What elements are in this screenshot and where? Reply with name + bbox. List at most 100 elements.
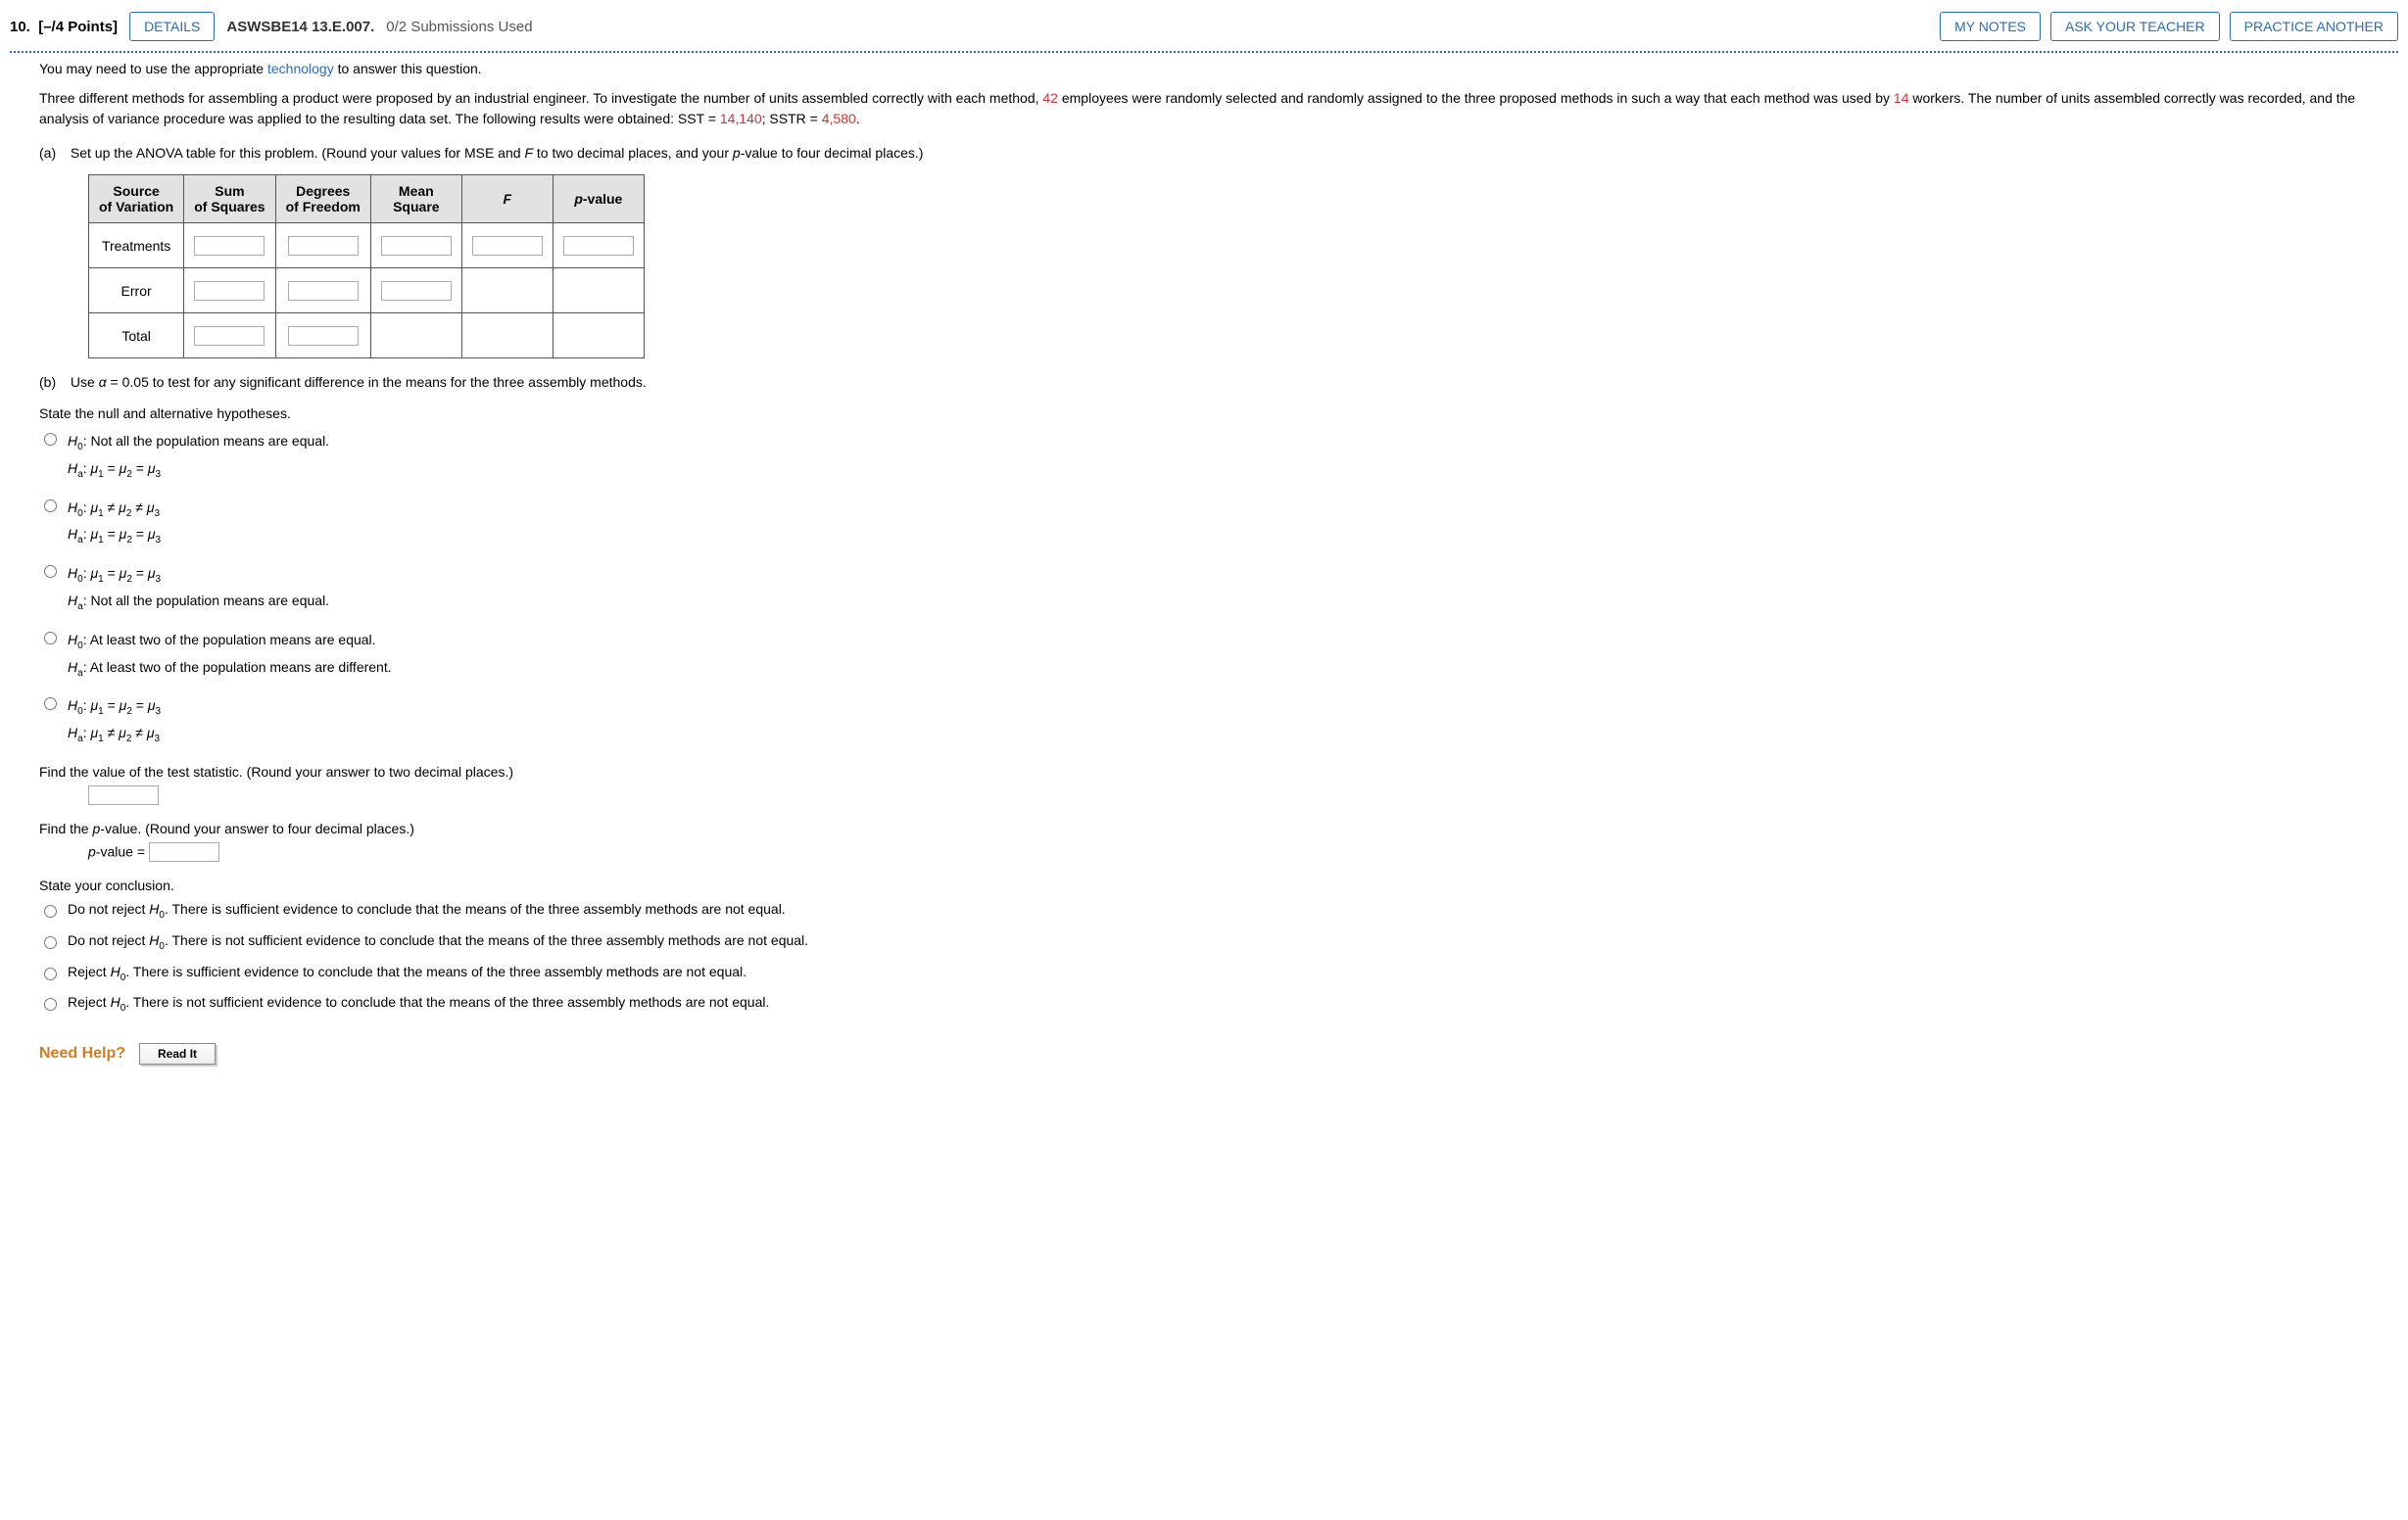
input-treat-f[interactable] [472,236,543,256]
f-symbol: F [524,145,533,161]
header-left: 10. [–/4 Points] DETAILS ASWSBE14 13.E.0… [10,12,533,41]
hyp-text: H0: Not all the population means are equ… [68,429,329,484]
pa-text: to two decimal places, and your [533,145,733,161]
need-help-section: Need Help? Read It [39,1043,2369,1065]
radio-conc-3[interactable] [44,968,57,980]
conc-option-4: Reject H0. There is not sufficient evide… [39,994,2369,1014]
p-val4: 4,580 [822,111,856,126]
pa-text: Set up the ANOVA table for this problem.… [71,145,525,161]
header-right: MY NOTES ASK YOUR TEACHER PRACTICE ANOTH… [1940,12,2398,41]
conclusion-options: Do not reject H0. There is sufficient ev… [39,901,2369,1014]
cell-label: Treatments [89,223,184,268]
pb-text: = 0.05 to test for any significant diffe… [107,374,647,390]
part-b: (b) Use α = 0.05 to test for any signifi… [39,374,2369,390]
conc-text: Reject H0. There is not sufficient evide… [68,994,769,1014]
radio-hyp-2[interactable] [44,499,57,512]
p-symbol: p [733,145,741,161]
question-content: You may need to use the appropriate tech… [10,61,2398,1084]
part-b-instruction: Use α = 0.05 to test for any significant… [71,374,647,390]
p-text: employees were randomly selected and ran… [1058,90,1894,106]
cell-label: Total [89,313,184,358]
p-text: Three different methods for assembling a… [39,90,1042,106]
input-error-ss[interactable] [194,281,265,301]
input-error-df[interactable] [288,281,359,301]
q-number-text: 10. [10,19,30,35]
test-stat-row [88,785,2369,805]
cell-blank [370,313,461,358]
conc-text: Reject H0. There is sufficient evidence … [68,964,746,983]
conc-option-3: Reject H0. There is sufficient evidence … [39,964,2369,983]
cell-blank [461,268,553,313]
technology-notice: You may need to use the appropriate tech… [39,61,2369,76]
pa-text: -value to four decimal places.) [741,145,924,161]
row-error: Error [89,268,645,313]
read-it-button[interactable]: Read It [139,1043,216,1065]
problem-statement: Three different methods for assembling a… [39,88,2369,129]
p-val3: 14,140 [720,111,762,126]
input-total-ss[interactable] [194,326,265,346]
input-treat-ss[interactable] [194,236,265,256]
notice-suffix: to answer this question. [334,61,482,76]
part-a: (a) Set up the ANOVA table for this prob… [39,145,2369,161]
radio-conc-4[interactable] [44,998,57,1011]
hyp-text: H0: μ1 = μ2 = μ3 Ha: Not all the populat… [68,561,329,616]
assignment-code: ASWSBE14 13.E.007. [226,19,374,35]
hyp-option-2: H0: μ1 ≠ μ2 ≠ μ3 Ha: μ1 = μ2 = μ3 [39,496,2369,550]
th-df: Degreesof Freedom [275,175,370,223]
radio-hyp-3[interactable] [44,565,57,578]
notice-prefix: You may need to use the appropriate [39,61,267,76]
practice-another-button[interactable]: PRACTICE ANOTHER [2230,12,2398,41]
radio-hyp-1[interactable] [44,433,57,446]
my-notes-button[interactable]: MY NOTES [1940,12,2041,41]
conc-option-2: Do not reject H0. There is not sufficien… [39,932,2369,952]
radio-hyp-4[interactable] [44,632,57,644]
submissions-used: 0/2 Submissions Used [386,19,532,35]
row-treatments: Treatments [89,223,645,268]
question-header: 10. [–/4 Points] DETAILS ASWSBE14 13.E.0… [10,8,2398,49]
conc-text: Do not reject H0. There is not sufficien… [68,932,808,952]
hyp-option-1: H0: Not all the population means are equ… [39,429,2369,484]
radio-hyp-5[interactable] [44,697,57,710]
input-treat-ms[interactable] [381,236,452,256]
test-stat-prompt: Find the value of the test statistic. (R… [39,764,2369,780]
th-source: Sourceof Variation [89,175,184,223]
cell-label: Error [89,268,184,313]
separator [10,51,2398,53]
part-a-instruction: Set up the ANOVA table for this problem.… [71,145,924,161]
conclusion-prompt: State your conclusion. [39,878,2369,893]
p-val1: 42 [1042,90,1058,106]
alpha-symbol: α [99,374,107,390]
input-pvalue[interactable] [149,842,219,862]
part-b-letter: (b) [39,374,67,390]
hyp-text: H0: At least two of the population means… [68,628,392,683]
p-text: ; SSTR = [762,111,822,126]
input-treat-p[interactable] [563,236,634,256]
conc-option-1: Do not reject H0. There is sufficient ev… [39,901,2369,921]
radio-conc-2[interactable] [44,936,57,949]
anova-table: Sourceof Variation Sumof Squares Degrees… [88,174,645,358]
points-text: [–/4 Points] [38,19,118,35]
hyp-option-3: H0: μ1 = μ2 = μ3 Ha: Not all the populat… [39,561,2369,616]
hyp-option-5: H0: μ1 = μ2 = μ3 Ha: μ1 ≠ μ2 ≠ μ3 [39,693,2369,748]
cell-blank [553,313,644,358]
technology-link[interactable]: technology [267,61,334,76]
input-test-statistic[interactable] [88,785,159,805]
input-treat-df[interactable] [288,236,359,256]
pb-text: Use [71,374,99,390]
ask-teacher-button[interactable]: ASK YOUR TEACHER [2050,12,2220,41]
hyp-option-4: H0: At least two of the population means… [39,628,2369,683]
p-val2: 14 [1894,90,1909,106]
radio-conc-1[interactable] [44,905,57,918]
cell-blank [553,268,644,313]
need-help-label: Need Help? [39,1045,125,1063]
pvalue-prompt: Find the p-value. (Round your answer to … [39,821,2369,836]
details-button[interactable]: DETAILS [129,12,215,41]
row-total: Total [89,313,645,358]
input-error-ms[interactable] [381,281,452,301]
th-f: F [461,175,553,223]
state-hypotheses-prompt: State the null and alternative hypothese… [39,405,2369,421]
cell-blank [461,313,553,358]
conc-text: Do not reject H0. There is sufficient ev… [68,901,786,921]
pvalue-row: p-value = [88,842,2369,862]
input-total-df[interactable] [288,326,359,346]
